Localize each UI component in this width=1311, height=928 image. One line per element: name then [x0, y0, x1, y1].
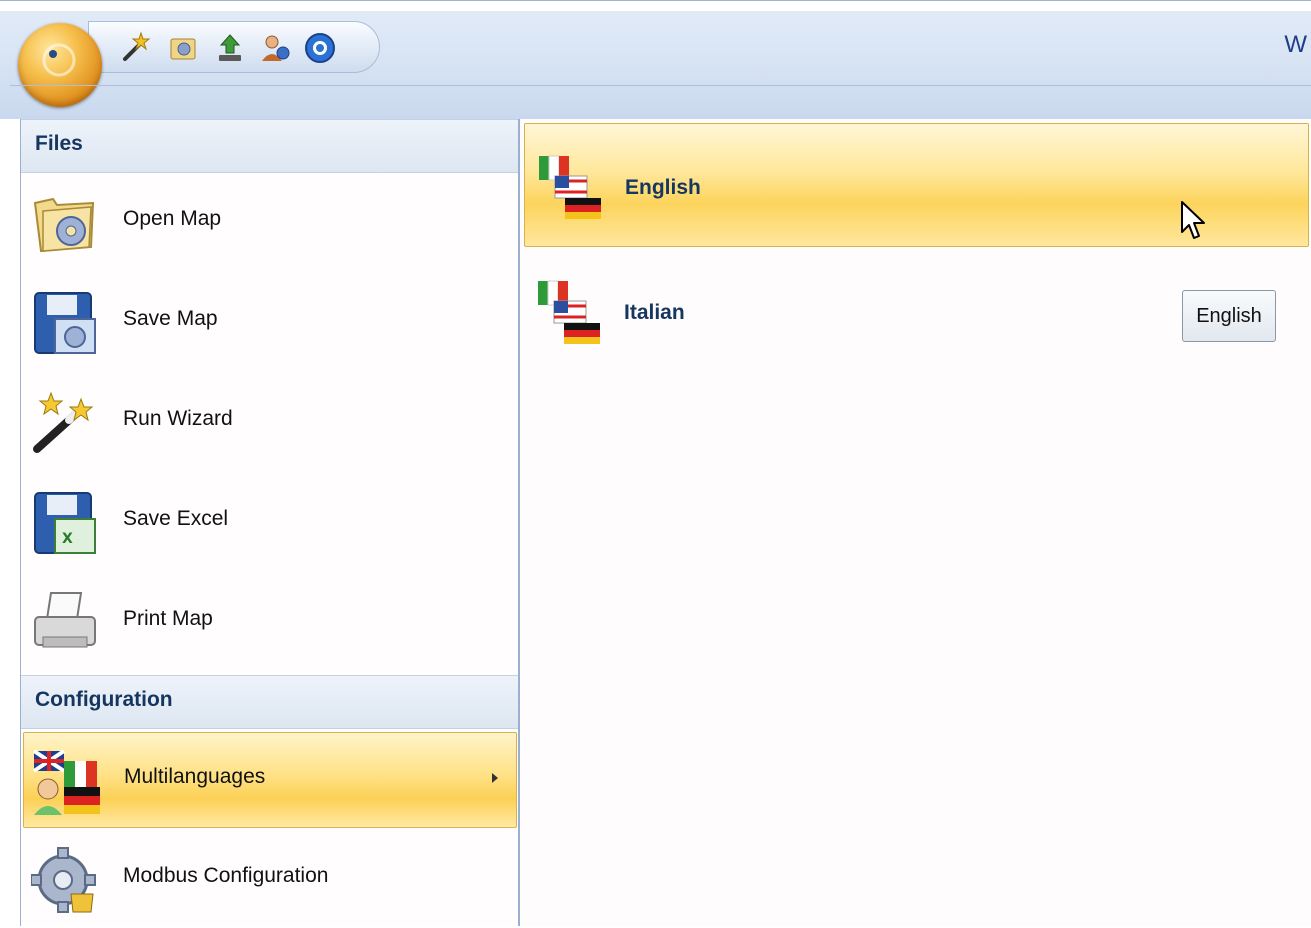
- language-flags-icon: [538, 280, 600, 344]
- modbus-configuration-icon: [31, 847, 96, 913]
- save-map-icon: [34, 292, 96, 354]
- print-map-icon: [34, 592, 96, 648]
- open-map-icon[interactable]: [167, 31, 201, 65]
- menu-item-print-map[interactable]: Print Map: [23, 575, 517, 671]
- section-header-files: Files: [21, 119, 518, 173]
- menu-item-save-excel[interactable]: X Save Excel: [23, 475, 517, 571]
- language-tooltip: English: [1182, 290, 1276, 342]
- app-logo-icon: [42, 43, 76, 77]
- menu-item-modbus-configuration[interactable]: Modbus Configuration: [23, 832, 517, 928]
- menu-item-label: Multilanguages: [124, 765, 266, 788]
- mouse-cursor-icon: [1181, 201, 1205, 239]
- ribbon: W: [0, 0, 1311, 119]
- menu-item-label: Save Map: [123, 307, 218, 330]
- menu-item-label: Run Wizard: [123, 407, 233, 430]
- multilanguages-icon: [32, 749, 100, 815]
- submenu-item-label: English: [625, 176, 701, 199]
- download-icon[interactable]: [213, 31, 247, 65]
- run-wizard-icon: [33, 391, 94, 453]
- help-icon[interactable]: [303, 31, 337, 65]
- application-menu-button[interactable]: [18, 23, 102, 107]
- menu-item-label: Modbus Configuration: [123, 864, 329, 887]
- menu-item-label: Open Map: [123, 207, 222, 230]
- menu-item-label: Save Excel: [123, 507, 229, 530]
- menu-item-open-map[interactable]: Open Map: [23, 175, 517, 271]
- submenu-arrow-icon: [492, 773, 498, 783]
- language-flags-icon: [539, 155, 601, 219]
- users-icon[interactable]: [259, 31, 293, 65]
- svg-text:X: X: [62, 531, 73, 547]
- menu-item-label: Print Map: [123, 607, 213, 630]
- section-header-configuration: Configuration: [21, 675, 518, 729]
- submenu-item-label: Italian: [624, 301, 685, 324]
- menu-item-save-map[interactable]: Save Map: [23, 275, 517, 371]
- wizard-icon[interactable]: [119, 31, 153, 65]
- menu-item-run-wizard[interactable]: Run Wizard: [23, 375, 517, 471]
- open-map-icon: [33, 197, 95, 253]
- application-menu-left: Files Open Map Save Map Run Wizard X Sav…: [20, 119, 519, 926]
- window-top-edge: [0, 1, 1311, 11]
- quick-access-toolbar: [88, 21, 380, 73]
- ribbon-divider: [10, 85, 1311, 86]
- save-excel-icon: X: [34, 492, 96, 554]
- window-title-fragment: W: [1284, 31, 1307, 58]
- menu-item-multilanguages[interactable]: Multilanguages: [23, 732, 517, 828]
